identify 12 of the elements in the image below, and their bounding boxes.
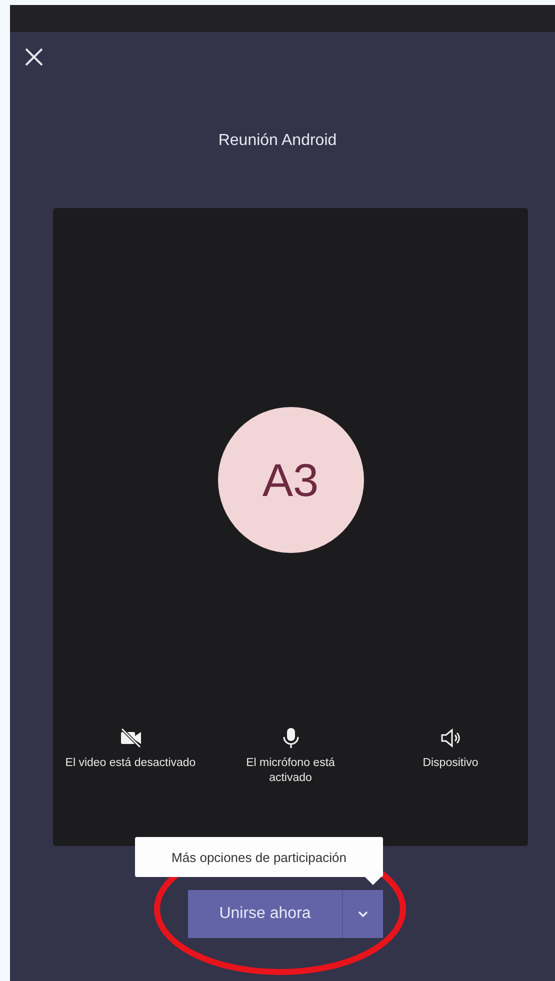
speaker-icon[interactable] xyxy=(438,726,462,750)
tooltip-pointer xyxy=(365,877,381,885)
avatar: A3 xyxy=(218,407,364,553)
close-icon[interactable] xyxy=(24,47,44,67)
camera-off-icon[interactable] xyxy=(118,726,142,750)
control-label: El video está desactivado xyxy=(64,756,197,771)
control-label: Dispositivo xyxy=(422,756,480,771)
control-label: El micrófono está activado xyxy=(245,756,336,786)
meeting-title: Reunión Android xyxy=(217,132,338,150)
tooltip: Más opciones de participación xyxy=(135,837,383,877)
chevron-down-icon xyxy=(357,910,369,918)
join-button[interactable]: Unirse ahora xyxy=(188,890,342,938)
